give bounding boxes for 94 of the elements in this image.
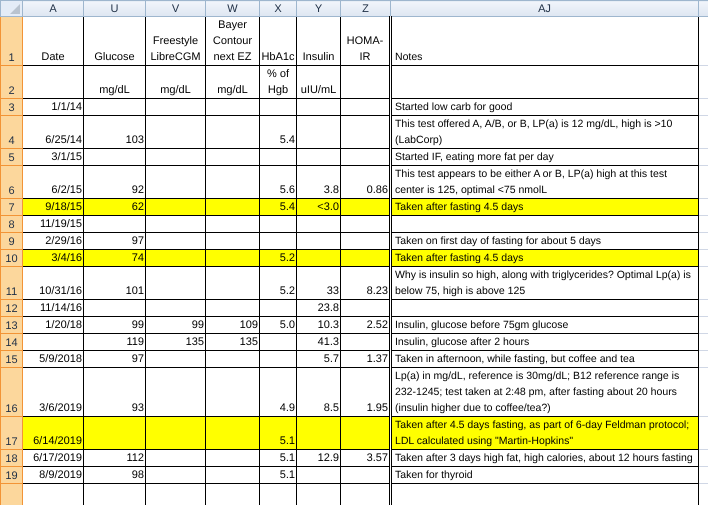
row-header[interactable]: 5: [0, 148, 22, 166]
row-header[interactable]: 17: [0, 416, 22, 450]
table-cell: 112: [84, 450, 146, 466]
row-header[interactable]: 12: [0, 300, 22, 316]
table-cell: 5/9/2018: [22, 350, 84, 368]
table-cell: <3.0: [296, 198, 340, 216]
column-header[interactable]: A: [22, 0, 84, 16]
row-header[interactable]: 4: [0, 116, 22, 148]
table-cell: 8/9/2019: [22, 466, 84, 484]
table-cell: 74: [84, 250, 146, 266]
column-header[interactable]: W: [206, 0, 260, 16]
table-cell: 5.0: [260, 316, 296, 334]
table-cell: 1/20/18: [22, 316, 84, 334]
table-cell: 6/17/2019: [22, 450, 84, 466]
table-cell: mg/dL: [146, 66, 206, 98]
table-cell: 3/4/16: [22, 250, 84, 266]
table-cell: 5.4: [260, 198, 296, 216]
table-cell: 12.9: [296, 450, 340, 466]
row-header[interactable]: 16: [0, 368, 22, 416]
table-cell: 3/1/15: [22, 148, 84, 166]
table-cell: 119: [84, 334, 146, 350]
row-header[interactable]: 13: [0, 316, 22, 334]
row-header[interactable]: 6: [0, 166, 22, 198]
table-cell: 5.4: [260, 116, 296, 148]
row-header[interactable]: 11: [0, 266, 22, 300]
column-header[interactable]: V: [146, 0, 206, 16]
table-cell: 33: [296, 266, 340, 300]
table-cell: 5.1: [260, 466, 296, 484]
table-cell: 5.2: [260, 250, 296, 266]
table-cell: 6/14/2019: [22, 416, 84, 450]
table-cell: 97: [84, 350, 146, 368]
table-cell: Glucose: [84, 16, 146, 66]
table-cell: mg/dL: [206, 66, 260, 98]
table-cell: uIU/mL: [296, 66, 340, 98]
row-header[interactable]: 1: [0, 16, 22, 66]
column-header[interactable]: X: [260, 0, 296, 16]
table-cell: 103: [84, 116, 146, 148]
table-cell: 6/25/14: [22, 116, 84, 148]
table-cell: 109: [206, 316, 260, 334]
table-cell: Insulin, glucose before 75gm glucose: [390, 316, 698, 334]
table-cell: % of Hgb: [260, 66, 296, 98]
table-cell: Started low carb for good: [390, 98, 698, 116]
table-cell: 135: [146, 334, 206, 350]
select-all-button[interactable]: [0, 0, 22, 16]
table-cell: 5.7: [296, 350, 340, 368]
triangle-icon: [10, 4, 20, 14]
table-cell: 10.3: [296, 316, 340, 334]
column-header[interactable]: AJ: [390, 0, 698, 16]
table-cell: This test offered A, A/B, or B, LP(a) is 12 mg/dL, high is >10 (LabCorp): [390, 116, 698, 148]
table-cell: Bayer Contour next EZ: [206, 16, 260, 66]
table-cell: 9/18/15: [22, 198, 84, 216]
row-header[interactable]: 19: [0, 466, 22, 484]
table-cell: HbA1c: [260, 16, 296, 66]
table-cell: Taken after fasting 4.5 days: [390, 198, 698, 216]
table-cell: Insulin: [296, 16, 340, 66]
table-cell: Taken in afternoon, while fasting, but coffee and tea: [390, 350, 698, 368]
row-header[interactable]: 14: [0, 334, 22, 350]
column-header[interactable]: Y: [296, 0, 340, 16]
row-header[interactable]: 9: [0, 232, 22, 250]
row-header[interactable]: 3: [0, 98, 22, 116]
table-cell: 11/19/15: [22, 216, 84, 232]
table-cell: mg/dL: [84, 66, 146, 98]
table-cell: 5.1: [260, 416, 296, 450]
column-header[interactable]: Z: [340, 0, 390, 16]
table-cell: Taken after 3 days high fat, high calories, about 12 hours fasting: [390, 450, 698, 466]
table-cell: 1/1/14: [22, 98, 84, 116]
table-cell: Taken after fasting 4.5 days: [390, 250, 698, 266]
table-cell: Date: [22, 16, 84, 66]
column-header[interactable]: U: [84, 0, 146, 16]
table-cell: Freestyle LibreCGM: [146, 16, 206, 66]
table-cell: 99: [146, 316, 206, 334]
table-cell: 135: [206, 334, 260, 350]
table-cell: 10/31/16: [22, 266, 84, 300]
table-cell: Started IF, eating more fat per day: [390, 148, 698, 166]
table-cell: 98: [84, 466, 146, 484]
row-header[interactable]: 15: [0, 350, 22, 368]
table-cell: Why is insulin so high, along with triglycerides? Optimal Lp(a) is below 75, high is above 125: [390, 266, 698, 300]
table-cell: Taken after 4.5 days fasting, as part of 6-day Feldman protocol; LDL calculated using "Martin-Hopkins": [390, 416, 698, 450]
row-header[interactable]: 10: [0, 250, 22, 266]
row-header[interactable]: 2: [0, 66, 22, 98]
table-cell: Insulin, glucose after 2 hours: [390, 334, 698, 350]
table-cell: 99: [84, 316, 146, 334]
table-cell: 41.3: [296, 334, 340, 350]
table-cell: 101: [84, 266, 146, 300]
table-cell: 5.2: [260, 266, 296, 300]
table-cell: 11/14/16: [22, 300, 84, 316]
table-cell: Taken for thyroid: [390, 466, 698, 484]
row-header[interactable]: 7: [0, 198, 22, 216]
table-cell: 62: [84, 198, 146, 216]
row-header[interactable]: 18: [0, 450, 22, 466]
row-header[interactable]: 8: [0, 216, 22, 232]
table-cell: 5.1: [260, 450, 296, 466]
table-cell: Notes: [390, 16, 698, 66]
table-cell: 23.8: [296, 300, 340, 316]
